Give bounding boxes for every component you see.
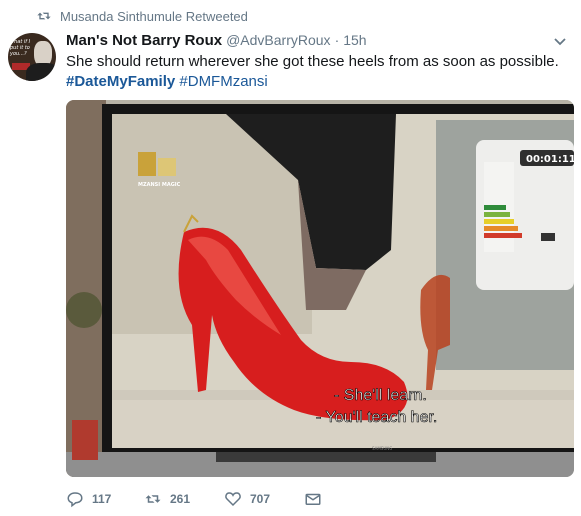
reply-count: 117 <box>92 492 112 506</box>
retweet-context-text: Musanda Sinthumule Retweeted <box>60 8 248 24</box>
hashtag-datemyfamily[interactable]: #DateMyFamily <box>66 73 175 90</box>
retweet-icon <box>37 12 51 20</box>
message-icon <box>305 493 321 505</box>
reply-icon <box>67 492 83 508</box>
retweet-button[interactable]: 261 <box>144 490 224 508</box>
retweet-context[interactable]: Musanda Sinthumule Retweeted <box>36 8 248 24</box>
hashtag-row: #DateMyFamily #DMFMzansi <box>66 72 268 92</box>
separator: · <box>334 32 340 48</box>
author-handle[interactable]: @AdvBarryRoux <box>226 32 330 48</box>
like-icon <box>225 492 241 507</box>
tv-photo: 00:01:11 MZANSI MAGIC - She'll learn. - … <box>66 100 574 477</box>
tweet-header: Man's Not Barry Roux @AdvBarryRoux · 15h <box>66 32 367 49</box>
tweet-media[interactable]: 00:01:11 MZANSI MAGIC - She'll learn. - … <box>66 100 574 477</box>
timestamp[interactable]: 15h <box>343 32 366 48</box>
hashtag-dmfmzansi[interactable]: #DMFMzansi <box>179 73 267 90</box>
avatar-caption: what if I put it to you...? <box>10 39 31 57</box>
avatar-suit <box>26 63 56 81</box>
tweet-text: She should return wherever she got these… <box>66 53 559 70</box>
subtitle-line-2: - You'll teach her. <box>316 409 437 426</box>
subtitle-line-1: - She'll learn. <box>334 387 427 404</box>
chevron-down-icon[interactable] <box>553 35 567 49</box>
retweet-icon <box>145 495 161 503</box>
direct-message-button[interactable] <box>304 490 322 508</box>
like-count: 707 <box>250 492 271 506</box>
reply-button[interactable]: 117 <box>66 490 144 508</box>
tv-brand: SAMSUNG <box>372 446 392 451</box>
video-timer: 00:01:11 <box>526 154 574 165</box>
channel-logo: MZANSI MAGIC <box>138 182 181 188</box>
author-name[interactable]: Man's Not Barry Roux <box>66 32 222 49</box>
retweet-count: 261 <box>170 492 191 506</box>
like-button[interactable]: 707 <box>224 490 304 508</box>
tweet-actions: 117 261 707 <box>66 490 322 508</box>
avatar[interactable]: what if I put it to you...? <box>8 33 56 81</box>
